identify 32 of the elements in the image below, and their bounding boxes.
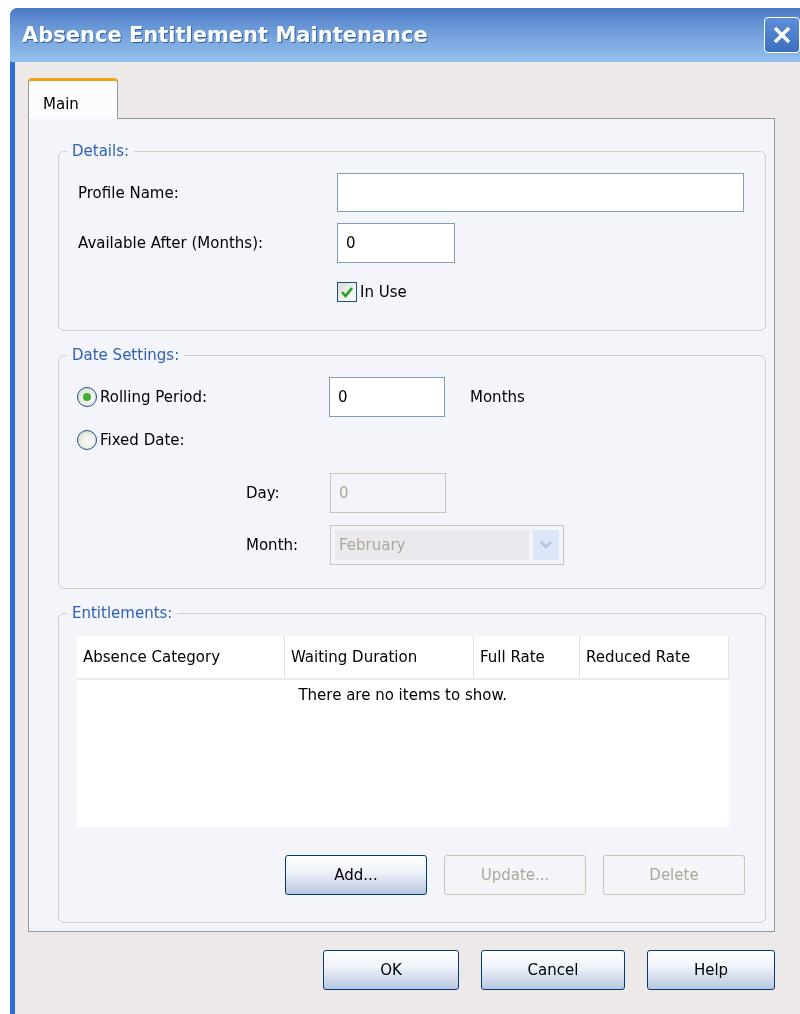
radio-label: Fixed Date: bbox=[100, 431, 185, 449]
radio-button[interactable] bbox=[77, 430, 97, 450]
field-label: Profile Name: bbox=[78, 183, 180, 202]
group-title: Details: bbox=[72, 142, 130, 160]
close-icon bbox=[771, 24, 793, 46]
close-button[interactable] bbox=[764, 17, 800, 53]
empty-message: There are no items to show. bbox=[298, 686, 508, 704]
column-header[interactable]: Reduced Rate bbox=[579, 636, 729, 679]
group-title: Entitlements: bbox=[72, 604, 173, 622]
unit-label: Months bbox=[470, 388, 525, 406]
check-icon bbox=[340, 285, 354, 299]
column-header[interactable]: Full Rate bbox=[473, 636, 580, 679]
rolling-period-field[interactable]: 0 bbox=[329, 377, 445, 417]
column-header[interactable]: Waiting Duration bbox=[284, 636, 474, 679]
field-label: Available After (Months): bbox=[78, 234, 265, 252]
dialog-button[interactable]: Cancel bbox=[481, 950, 625, 990]
window-title: Absence Entitlement Maintenance bbox=[22, 23, 428, 47]
profile-name-field[interactable] bbox=[337, 173, 744, 212]
radio-label: Rolling Period: bbox=[100, 388, 208, 406]
chevron-down-icon bbox=[539, 540, 553, 550]
action-button[interactable]: Add... bbox=[285, 855, 427, 895]
field-label: Month: bbox=[246, 536, 300, 554]
column-header[interactable]: Absence Category bbox=[77, 636, 285, 679]
dialog-button[interactable]: Help bbox=[647, 950, 775, 990]
tab[interactable]: Main bbox=[28, 78, 118, 119]
checkbox[interactable] bbox=[337, 282, 357, 302]
radio-button[interactable] bbox=[77, 387, 97, 407]
field-label: Day: bbox=[246, 484, 281, 502]
dialog-button[interactable]: OK bbox=[323, 950, 459, 990]
checkbox-label: In Use bbox=[360, 283, 407, 301]
months-field[interactable]: 0 bbox=[337, 223, 455, 263]
group-title: Date Settings: bbox=[72, 346, 180, 364]
